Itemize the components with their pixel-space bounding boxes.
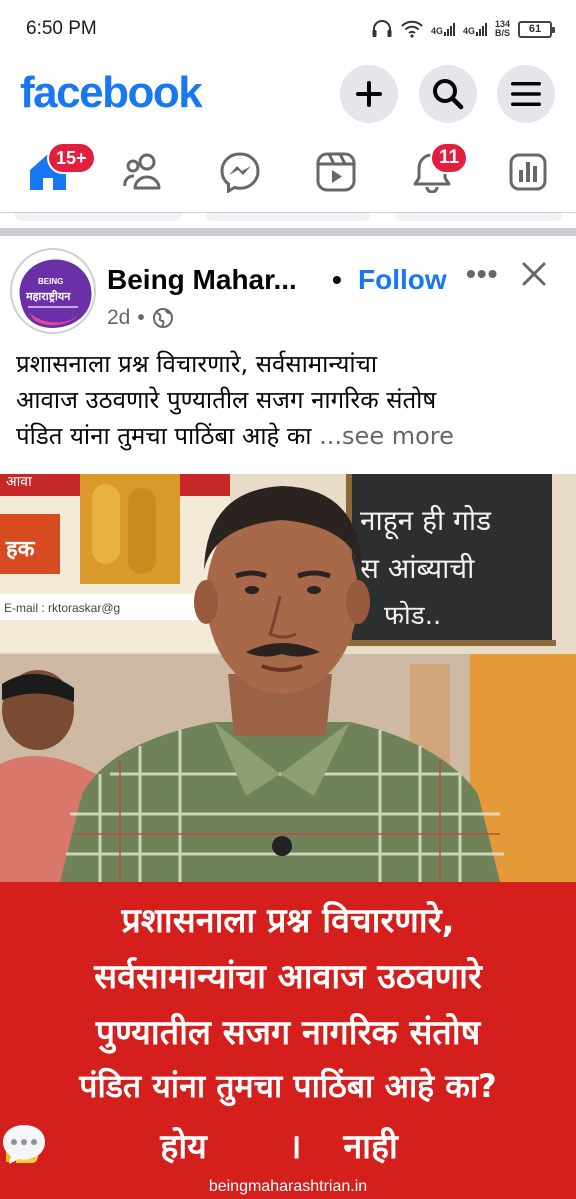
tab-notifications[interactable]: 11 xyxy=(384,134,480,210)
post-time[interactable]: 2d xyxy=(107,306,130,330)
signal-2: 4G xyxy=(463,22,487,36)
banner-line: पंडित यांना तुमचा पाठिंबा आहे का? xyxy=(79,1067,497,1105)
board-text: फोड.. xyxy=(384,600,441,631)
poll-separator: । xyxy=(288,1127,302,1167)
email-text: E-mail : rktoraskar@g xyxy=(4,601,120,615)
follow-button[interactable]: Follow xyxy=(358,264,447,296)
menu-button[interactable] xyxy=(497,65,555,123)
hamburger-icon xyxy=(511,82,541,106)
tab-friends[interactable] xyxy=(96,134,192,210)
previous-post-peek xyxy=(205,213,371,221)
poll-line: होय । नाही xyxy=(0,1122,576,1168)
signal-bars-1-icon xyxy=(443,22,455,36)
meta-dot: • xyxy=(137,306,145,329)
wifi-icon xyxy=(401,20,423,38)
page-name[interactable]: Being Mahar... xyxy=(107,264,297,296)
messenger-icon xyxy=(220,152,260,193)
close-icon[interactable] xyxy=(522,262,546,291)
video-icon xyxy=(316,152,356,192)
status-time: 6:50 PM xyxy=(26,18,97,39)
notifications-badge: 11 xyxy=(430,142,469,174)
network-type-1: 4G xyxy=(430,26,443,36)
signal-bars-2-icon xyxy=(475,22,487,36)
globe-icon xyxy=(152,308,173,328)
banner-line: प्रशासनाला प्रश्न विचारणारे, xyxy=(121,901,455,941)
svg-text:आवा: आवा xyxy=(6,474,32,490)
name-separator: • xyxy=(332,264,342,295)
battery-level: 61 xyxy=(528,23,542,35)
tab-video[interactable] xyxy=(288,134,384,210)
photo-scene: आवा हक E-mail : rktoraskar@g नाहून ही गो… xyxy=(0,474,576,882)
battery-icon: 61 xyxy=(518,20,555,38)
image-banner: प्रशासनाला प्रश्न विचारणारे, सर्वसामान्य… xyxy=(0,882,576,1199)
see-more-link[interactable]: ...see more xyxy=(319,422,454,450)
plus-icon xyxy=(356,81,382,107)
previous-post-peek xyxy=(395,213,563,221)
poll-yes: होय xyxy=(160,1127,207,1167)
friends-icon xyxy=(123,153,161,190)
tab-bar: 15+ 11 xyxy=(0,134,576,210)
poll-no: नाही xyxy=(343,1127,398,1167)
banner-line: पुण्यातील सजग नागरिक संतोष xyxy=(95,1013,481,1053)
post-image[interactable]: आवा हक E-mail : rktoraskar@g नाहून ही गो… xyxy=(0,474,576,1199)
home-badge: 15+ xyxy=(47,142,96,174)
app-header: facebook xyxy=(0,58,576,134)
caption-line-text: पंडित यांना तुमचा पाठिंबा आहे का xyxy=(16,422,320,450)
facebook-logo[interactable]: facebook xyxy=(20,68,203,118)
dashboard-icon xyxy=(509,153,547,191)
page-avatar[interactable]: BEING महाराष्ट्रीयन xyxy=(10,248,96,334)
caption-line: प्रशासनाला प्रश्न विचारणारे, सर्वसामान्य… xyxy=(16,350,378,378)
tab-dashboard[interactable] xyxy=(480,134,576,210)
signal-1: 4G xyxy=(431,22,455,36)
post-header: BEING महाराष्ट्रीयन Being Mahar... • Fol… xyxy=(0,236,576,336)
caption-line: पंडित यांना तुमचा पाठिंबा आहे का ...see … xyxy=(16,418,564,454)
svg-text:BEING: BEING xyxy=(38,277,63,286)
website-watermark: beingmaharashtrian.in xyxy=(208,1178,368,1195)
tab-messenger[interactable] xyxy=(192,134,288,210)
post-meta: 2d • xyxy=(107,306,174,330)
create-button[interactable] xyxy=(340,65,398,123)
network-speed: 134 B/S xyxy=(495,20,510,38)
more-options-icon[interactable]: ••• xyxy=(466,258,498,290)
board-text: नाहून ही गोड xyxy=(360,504,492,540)
search-icon xyxy=(433,79,464,110)
status-icons: 4G 4G 134 B/S 61 xyxy=(371,20,555,38)
being-maharashtrian-logo: BEING महाराष्ट्रीयन xyxy=(19,259,92,328)
feed-divider xyxy=(0,228,576,236)
svg-text:महाराष्ट्रीयन: महाराष्ट्रीयन xyxy=(25,289,71,303)
svg-text:हक: हक xyxy=(5,537,36,562)
headphones-icon xyxy=(371,20,393,38)
previous-post-peek xyxy=(14,213,182,221)
banner-line: सर्वसामान्यांचा आवाज उठवणारे xyxy=(94,957,482,997)
board-text: स आंब्याची xyxy=(360,552,475,585)
caption-line: आवाज उठवणारे पुण्यातील सजग नागरिक संतोष xyxy=(16,386,437,414)
search-button[interactable] xyxy=(419,65,477,123)
speed-unit: B/S xyxy=(494,28,510,38)
post-caption: प्रशासनाला प्रश्न विचारणारे, सर्वसामान्य… xyxy=(16,346,564,454)
network-type-2: 4G xyxy=(462,26,475,36)
tab-home[interactable]: 15+ xyxy=(0,134,96,210)
status-bar: 6:50 PM 4G 4G 134 B/S 61 xyxy=(0,0,576,58)
